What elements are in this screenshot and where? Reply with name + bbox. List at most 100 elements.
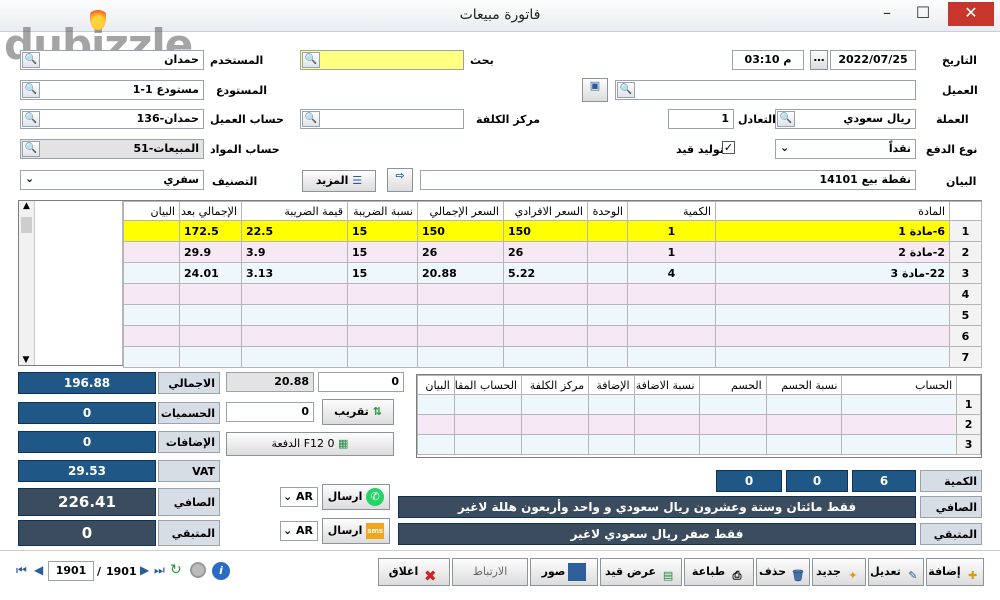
cell-qty[interactable] xyxy=(627,304,716,326)
rate-field[interactable]: 1 xyxy=(668,109,734,129)
cell[interactable] xyxy=(453,394,522,415)
record-icon[interactable] xyxy=(190,562,206,578)
cell-item[interactable]: 2-مادة 2 xyxy=(715,241,950,263)
cell-total[interactable] xyxy=(417,283,504,305)
header-rownum[interactable] xyxy=(956,375,981,395)
cell-item[interactable]: 6-مادة 1 xyxy=(715,220,950,242)
cell-note[interactable] xyxy=(123,283,180,305)
cell-item[interactable] xyxy=(715,304,950,326)
table-row[interactable]: 2 xyxy=(417,414,981,435)
column-header[interactable]: الإضافة xyxy=(588,375,635,395)
new-button[interactable]: جديد ✦ xyxy=(812,558,866,586)
cell-total[interactable] xyxy=(417,304,504,326)
cell-tax_rate[interactable] xyxy=(347,346,418,368)
cell-tax_rate[interactable] xyxy=(347,325,418,347)
cell[interactable] xyxy=(841,394,958,415)
accounts-table[interactable]: الحساب نسبة الحسم الحسم نسبة الاضافة الإضافة… xyxy=(417,375,981,455)
cell-price[interactable] xyxy=(503,346,588,368)
statement-field[interactable]: نقطة بيع 14101 xyxy=(420,170,916,190)
time-field[interactable]: 03:10 م xyxy=(732,50,804,70)
cell-total[interactable] xyxy=(417,325,504,347)
cell-tax[interactable] xyxy=(241,304,348,326)
cell[interactable] xyxy=(765,434,843,455)
cell[interactable] xyxy=(588,414,635,435)
cell-item[interactable] xyxy=(715,346,950,368)
items-grid[interactable]: ▲ ▼ المادة الكمية الوحدة السعر الافرادي السع… xyxy=(18,200,982,368)
delete-button[interactable]: حذف 🗑 xyxy=(756,558,810,586)
cell-total[interactable]: 20.88 xyxy=(417,262,504,284)
cell-price[interactable]: 26 xyxy=(503,241,588,263)
column-header[interactable]: نسبة الاضافة xyxy=(633,375,700,395)
cell-note[interactable] xyxy=(123,241,180,263)
cell-price[interactable] xyxy=(503,283,588,305)
column-header[interactable]: الإجمالي بعد xyxy=(179,201,242,221)
prev-record-icon[interactable]: ◀ xyxy=(34,563,43,577)
cell[interactable] xyxy=(453,434,522,455)
search-icon[interactable]: 🔍 xyxy=(777,111,795,127)
table-row[interactable]: 1 xyxy=(417,394,981,415)
cell[interactable] xyxy=(633,414,700,435)
cell-unit[interactable] xyxy=(587,220,628,242)
search-icon[interactable]: 🔍 xyxy=(22,52,40,68)
scroll-thumb[interactable] xyxy=(21,217,32,233)
round-button[interactable]: تقريب ⇅ xyxy=(322,399,394,425)
table-row[interactable]: 2 2-مادة 2 1 26 26 15 3.9 29.9 xyxy=(123,241,982,263)
date-picker-button[interactable]: … xyxy=(810,50,828,70)
row-number[interactable]: 7 xyxy=(949,346,982,368)
search-icon[interactable]: 🔍 xyxy=(617,82,635,98)
cell-tax[interactable] xyxy=(241,283,348,305)
edit-button[interactable]: تعديل ✎ xyxy=(868,558,924,586)
column-header[interactable]: الحسم xyxy=(698,375,767,395)
customer-card-button[interactable]: ▣ xyxy=(582,78,608,102)
whatsapp-send-button[interactable]: ارسال ✆ xyxy=(322,484,390,510)
cell[interactable] xyxy=(417,394,455,415)
print-button[interactable]: طباعة ⎙ xyxy=(684,558,754,586)
cell[interactable] xyxy=(633,434,700,455)
search-icon[interactable]: 🔍 xyxy=(22,111,40,127)
cell-tax_rate[interactable]: 15 xyxy=(347,241,418,263)
cell[interactable] xyxy=(698,434,767,455)
current-record-input[interactable]: 1901 xyxy=(48,561,94,581)
cell-grand[interactable] xyxy=(179,346,242,368)
cell-unit[interactable] xyxy=(587,283,628,305)
table-row[interactable]: 1 6-مادة 1 1 150 150 15 22.5 172.5 xyxy=(123,220,982,242)
warehouse-field[interactable]: 🔍 1-مستودع 1 xyxy=(20,80,204,100)
items-table[interactable]: المادة الكمية الوحدة السعر الافرادي السعر ال… xyxy=(123,201,982,368)
cell-qty[interactable] xyxy=(627,325,716,347)
cell-tax[interactable]: 3.9 xyxy=(241,241,348,263)
cell-unit[interactable] xyxy=(587,262,628,284)
payment-type-select[interactable]: ⌄ نقداً xyxy=(775,139,916,159)
show-entry-button[interactable]: عرض قيد ▤ xyxy=(600,558,682,586)
cell-tax_rate[interactable]: 15 xyxy=(347,262,418,284)
search-icon[interactable]: 🔍 xyxy=(22,82,40,98)
column-header[interactable]: البيان xyxy=(417,375,455,395)
column-header[interactable]: مركز الكلفة xyxy=(520,375,590,395)
cell-price[interactable]: 150 xyxy=(503,220,588,242)
cell-price[interactable] xyxy=(503,304,588,326)
column-header[interactable]: الحساب المقا xyxy=(453,375,522,395)
cell[interactable] xyxy=(588,434,635,455)
cell-grand[interactable] xyxy=(179,304,242,326)
cell-qty[interactable] xyxy=(627,346,716,368)
cell-tax_rate[interactable] xyxy=(347,283,418,305)
column-header[interactable]: الكمية xyxy=(627,201,716,221)
user-field[interactable]: 🔍 حمدان xyxy=(20,50,204,70)
table-row[interactable]: 3 22-مادة 3 4 5.22 20.88 15 3.13 24.01 xyxy=(123,262,982,284)
column-header[interactable]: نسبة الضريبة xyxy=(347,201,418,221)
change-field[interactable]: 0 xyxy=(318,372,404,392)
cell-tax[interactable] xyxy=(241,325,348,347)
column-header[interactable]: نسبة الحسم xyxy=(765,375,843,395)
column-header[interactable]: البيان xyxy=(123,201,180,221)
cell[interactable] xyxy=(841,434,958,455)
currency-field[interactable]: 🔍 ريال سعودي xyxy=(775,109,916,129)
customer-account-field[interactable]: 🔍 136-حمدان xyxy=(20,109,204,129)
cell-unit[interactable] xyxy=(587,241,628,263)
search-icon[interactable]: 🔍 xyxy=(22,141,40,157)
cell-unit[interactable] xyxy=(587,304,628,326)
cell-tax_rate[interactable] xyxy=(347,304,418,326)
cell-qty[interactable] xyxy=(627,283,716,305)
cell[interactable] xyxy=(453,414,522,435)
maximize-button[interactable]: ☐ xyxy=(906,2,940,26)
chevron-down-icon[interactable]: ▼ xyxy=(19,355,33,365)
cell[interactable] xyxy=(417,414,455,435)
